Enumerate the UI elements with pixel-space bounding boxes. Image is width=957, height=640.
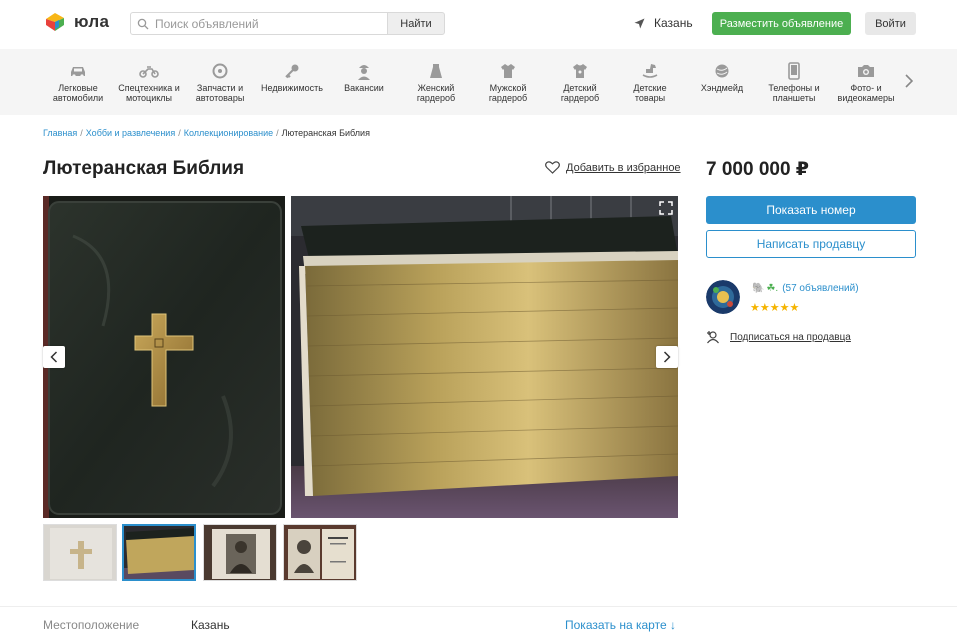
next-image-button[interactable]: [656, 346, 678, 368]
category-handmade[interactable]: Хэндмейд: [687, 61, 757, 93]
breadcrumb-link[interactable]: Главная: [43, 128, 77, 138]
category-cameras[interactable]: Фото- и видеокамеры: [831, 61, 901, 103]
category-moto[interactable]: Спецтехника и мотоциклы: [114, 61, 184, 103]
logo-text: юла: [74, 12, 110, 31]
add-to-favorites[interactable]: Добавить в избранное: [545, 161, 681, 174]
fullscreen-icon[interactable]: [656, 198, 676, 218]
category-bar: Легковые автомобили Спецтехника и мотоци…: [0, 49, 957, 115]
category-realty[interactable]: Недвижимость: [257, 61, 327, 93]
show-number-button[interactable]: Показать номер: [706, 196, 916, 224]
category-label: Легковые автомобили: [52, 83, 104, 103]
main-image-pages[interactable]: [291, 196, 678, 518]
category-label: Фото- и видеокамеры: [837, 83, 895, 103]
thumbnail-2[interactable]: [122, 524, 196, 581]
logo-icon: [43, 10, 67, 34]
category-label: Детский гардероб: [560, 83, 600, 103]
logo[interactable]: юла: [43, 10, 109, 34]
add-user-icon: [707, 331, 719, 344]
location-row: Местоположение Казань Показать на карте …: [0, 606, 957, 640]
category-men[interactable]: Мужской гардероб: [473, 61, 543, 103]
show-on-map-link[interactable]: Показать на карте ↓: [565, 618, 676, 632]
heart-icon: [545, 161, 560, 174]
page-title: Лютеранская Библия: [43, 158, 245, 179]
favorite-label: Добавить в избранное: [566, 161, 681, 174]
city-selector[interactable]: Казань: [634, 16, 693, 30]
camera-icon: [831, 61, 901, 81]
skirt-icon: [401, 61, 471, 81]
seller-listings-count: (57 объявлений): [782, 283, 859, 294]
location-value: Казань: [191, 618, 230, 632]
category-label: Недвижимость: [261, 83, 323, 93]
post-ad-button[interactable]: Разместить объявление: [712, 12, 851, 35]
yarn-icon: [687, 61, 757, 81]
location-label: Местоположение: [43, 618, 140, 632]
category-label: Спецтехника и мотоциклы: [118, 83, 180, 103]
category-label: Запчасти и автотовары: [195, 83, 245, 103]
rocking-horse-icon: [615, 61, 685, 81]
car-icon: [43, 61, 113, 81]
search-input[interactable]: [155, 16, 380, 31]
breadcrumb-link[interactable]: Коллекционирование: [184, 128, 273, 138]
category-jobs[interactable]: Вакансии: [329, 61, 399, 93]
shirt-icon: [473, 61, 543, 81]
thumbnail-4[interactable]: [283, 524, 357, 581]
chevron-left-icon: [50, 351, 58, 363]
breadcrumb: Главная / Хобби и развлечения / Коллекционир…: [43, 128, 370, 138]
avatar[interactable]: [706, 280, 740, 314]
wheel-icon: [185, 61, 255, 81]
chevron-right-icon: [663, 351, 671, 363]
breadcrumb-current: Лютеранская Библия: [281, 128, 370, 138]
elephant-icon: 🐘: [752, 283, 765, 294]
motorcycle-icon: [114, 61, 184, 81]
thumbnail-1[interactable]: [43, 524, 117, 581]
category-women[interactable]: Женский гардероб: [401, 61, 471, 103]
breadcrumb-link[interactable]: Хобби и развлечения: [86, 128, 175, 138]
chevron-right-icon[interactable]: [902, 73, 916, 89]
location-arrow-icon: [634, 18, 645, 28]
category-label: Телефоны и планшеты: [768, 83, 820, 103]
phone-icon: [759, 61, 829, 81]
category-label: Женский гардероб: [416, 83, 456, 103]
clover-icon: ☘.: [766, 283, 779, 294]
prev-image-button[interactable]: [43, 346, 65, 368]
kid-shirt-icon: [545, 61, 615, 81]
category-kids-clothes[interactable]: Детский гардероб: [545, 61, 615, 103]
category-label: Мужской гардероб: [488, 83, 528, 103]
category-parts[interactable]: Запчасти и автотовары: [185, 61, 255, 103]
search-icon: [131, 18, 155, 30]
header: юла Найти Казань Разместить объявление В…: [0, 0, 957, 48]
category-phones[interactable]: Телефоны и планшеты: [759, 61, 829, 103]
subscribe-label: Подписаться на продавца: [730, 331, 851, 343]
category-label: Детские товары: [633, 83, 667, 103]
category-label: Хэндмейд: [700, 83, 744, 93]
category-kids-goods[interactable]: Детские товары: [615, 61, 685, 103]
main-image-cover[interactable]: [43, 196, 285, 518]
search-button[interactable]: Найти: [387, 12, 445, 35]
search-box: [130, 12, 388, 35]
seller-info[interactable]: 🐘 ☘. (57 объявлений): [752, 283, 859, 294]
write-seller-button[interactable]: Написать продавцу: [706, 230, 916, 258]
price: 7 000 000 ₽: [706, 159, 810, 180]
category-cars[interactable]: Легковые автомобили: [43, 61, 113, 103]
city-label: Казань: [654, 16, 693, 30]
thumbnail-3[interactable]: [203, 524, 277, 581]
key-icon: [257, 61, 327, 81]
seller-rating: ★★★★★: [750, 302, 800, 314]
subscribe-seller[interactable]: Подписаться на продавца: [706, 330, 851, 344]
login-button[interactable]: Войти: [865, 12, 916, 35]
category-label: Вакансии: [344, 83, 384, 93]
worker-icon: [329, 61, 399, 81]
